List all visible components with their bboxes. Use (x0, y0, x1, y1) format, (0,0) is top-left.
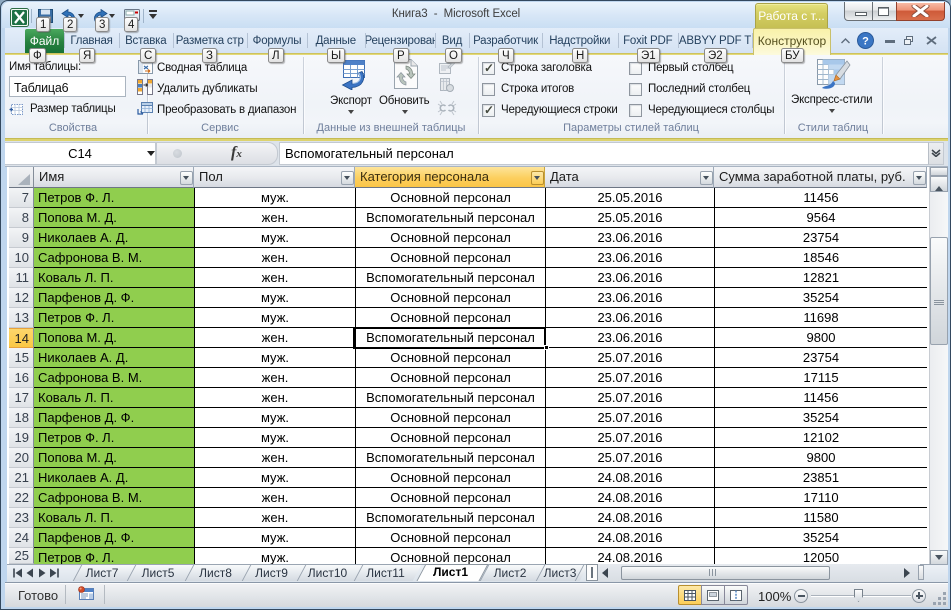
svg-text:?: ? (862, 36, 869, 48)
